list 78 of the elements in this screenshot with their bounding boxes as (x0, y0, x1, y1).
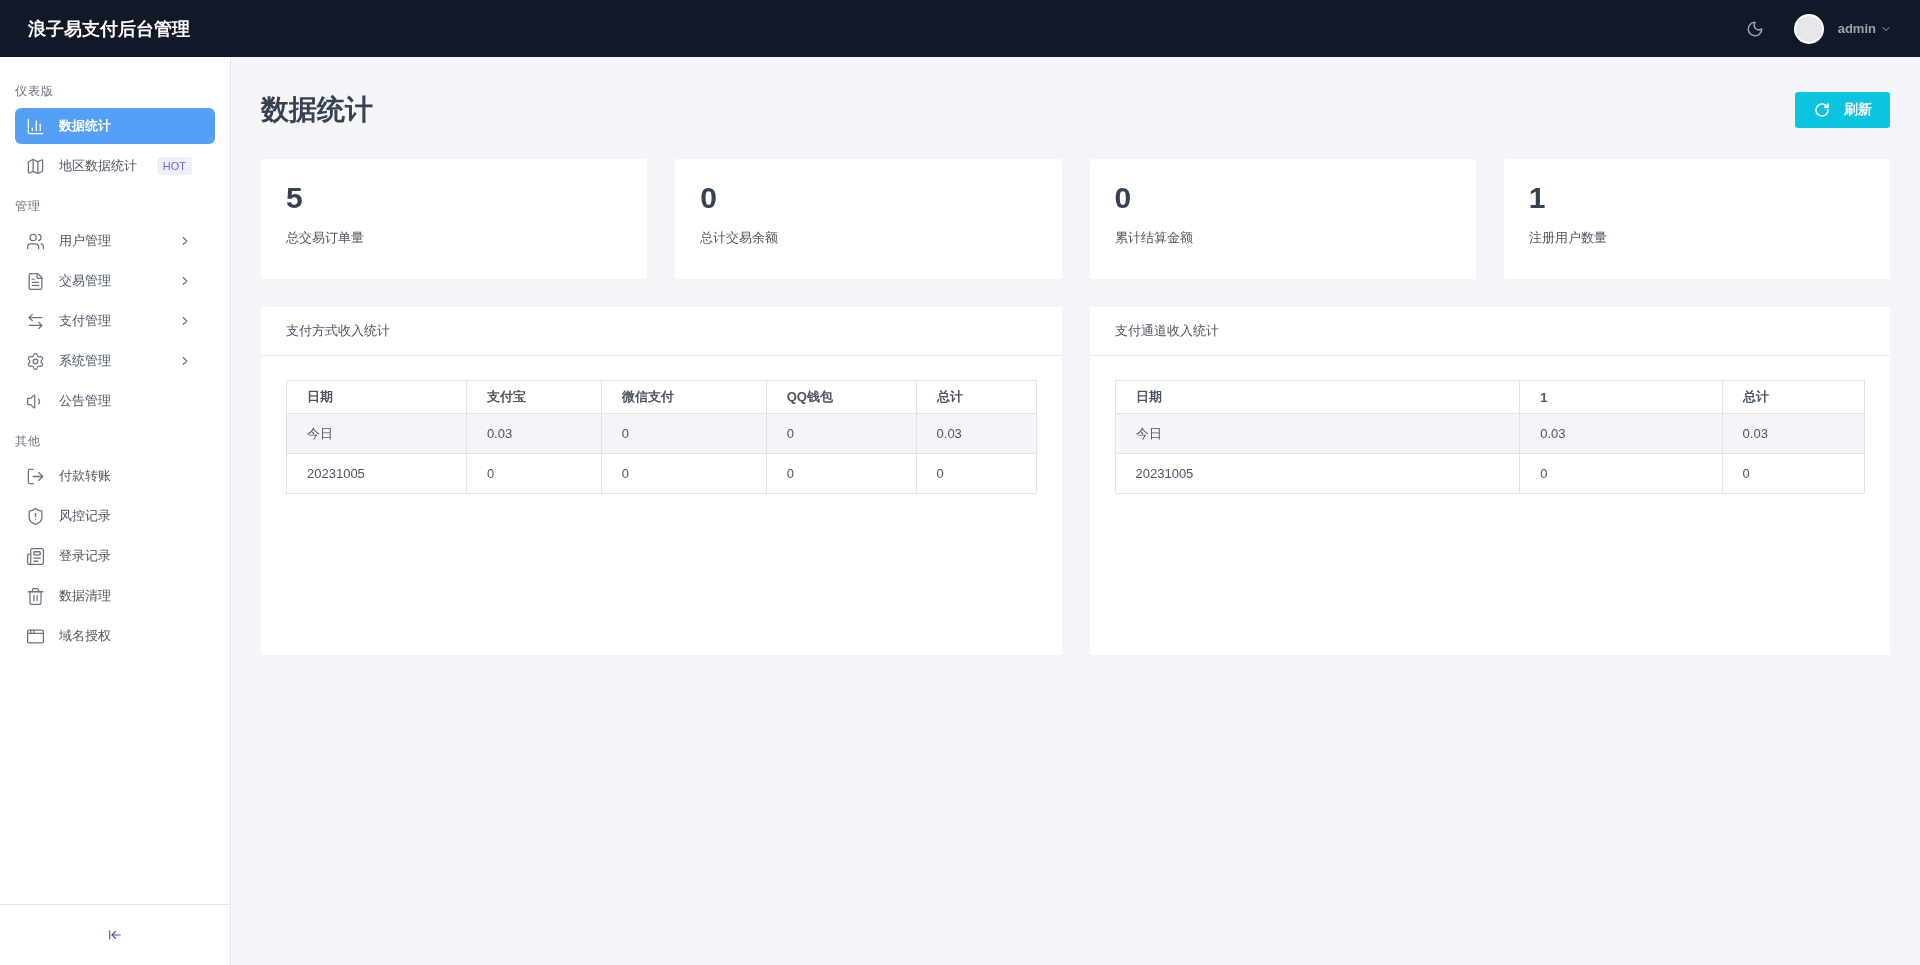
column-header: QQ钱包 (766, 380, 917, 414)
table-cell: 0 (601, 413, 767, 454)
collapse-icon[interactable] (108, 928, 122, 942)
sidebar-item[interactable]: 登录记录 (15, 538, 215, 574)
table-cell: 0 (1519, 453, 1723, 494)
exit-icon (26, 466, 45, 486)
trash-icon (26, 586, 45, 606)
table-cell: 0 (466, 453, 602, 494)
sidebar-section-label: 其他 (15, 433, 42, 450)
table-cell: 0 (766, 413, 917, 454)
stat-label: 总交易订单量 (286, 229, 365, 247)
table-cell: 20231005 (1115, 453, 1520, 494)
users-icon (26, 231, 45, 251)
stat-label: 注册用户数量 (1528, 229, 1608, 247)
sidebar-item-label: 地区数据统计 (59, 157, 138, 175)
sidebar-item-label: 支付管理 (59, 312, 112, 330)
sidebar-item-label: 数据清理 (59, 587, 112, 605)
table-cell: 0 (601, 453, 767, 494)
sidebar-item[interactable]: 系统管理 (15, 343, 215, 379)
panel-title: 支付通道收入统计 (1114, 322, 1219, 340)
user-menu[interactable]: admin (1837, 21, 1892, 36)
sidebar-item-label: 登录记录 (59, 547, 112, 565)
column-header: 日期 (1115, 380, 1520, 414)
sidebar-item[interactable]: 风控记录 (15, 498, 215, 534)
sidebar-item-label: 公告管理 (59, 392, 112, 410)
table-cell: 20231005 (286, 453, 467, 494)
app-title: 浪子易支付后台管理 (28, 17, 191, 41)
sidebar-item-label: 用户管理 (59, 232, 112, 250)
table-cell: 0.03 (916, 413, 1036, 454)
document-icon (26, 271, 45, 291)
stat-label: 总计交易余额 (700, 229, 780, 247)
column-header: 支付宝 (466, 380, 602, 414)
sidebar-item[interactable]: 交易管理 (15, 263, 215, 299)
table-cell: 今日 (1115, 413, 1520, 454)
sidebar-item[interactable]: 公告管理 (15, 383, 215, 419)
stat-value: 0 (1114, 181, 1133, 215)
table-cell: 0 (916, 453, 1036, 494)
map-icon (26, 156, 45, 176)
stat-value: 5 (286, 181, 304, 215)
sidebar-item[interactable]: 支付管理 (15, 303, 215, 339)
sidebar-item-label: 系统管理 (59, 352, 112, 370)
table-cell: 0 (1722, 453, 1865, 494)
sidebar-item-label: 数据统计 (59, 117, 112, 135)
column-header: 日期 (286, 380, 467, 414)
refresh-icon (1813, 102, 1830, 118)
stat-value: 0 (700, 181, 718, 215)
sidebar-item-label: 风控记录 (59, 507, 112, 525)
sidebar-item[interactable]: 域名授权 (15, 618, 215, 654)
stat-value: 1 (1528, 181, 1547, 215)
sidebar-item-label: 付款转账 (59, 467, 112, 485)
table-cell: 0 (766, 453, 917, 494)
sidebar-section-label: 仪表版 (15, 83, 55, 100)
column-header: 1 (1519, 380, 1723, 414)
sidebar-section-label: 管理 (15, 198, 42, 215)
page-title: 数据统计 (261, 93, 373, 127)
sidebar-item-label: 域名授权 (59, 627, 112, 645)
table-cell: 今日 (286, 413, 467, 454)
table-cell: 0.03 (1519, 413, 1723, 454)
table-cell: 0.03 (466, 413, 602, 454)
sidebar-item[interactable]: 用户管理 (15, 223, 215, 259)
sidebar-item-label: 交易管理 (59, 272, 112, 290)
table-cell: 0.03 (1722, 413, 1865, 454)
moon-icon[interactable] (1745, 19, 1764, 38)
sidebar-item[interactable]: 地区数据统计 HOT (15, 148, 215, 184)
settings-icon (26, 351, 45, 371)
hot-badge: HOT (156, 157, 192, 175)
stat-label: 累计结算金额 (1114, 229, 1194, 247)
column-header: 总计 (1722, 380, 1865, 414)
arrows-icon (26, 311, 45, 331)
column-header: 微信支付 (601, 380, 767, 414)
sidebar-item[interactable]: 数据清理 (15, 578, 215, 614)
panel-title: 支付方式收入统计 (286, 322, 390, 340)
column-header: 总计 (916, 380, 1036, 414)
list-icon (26, 546, 45, 566)
shield-icon (26, 506, 45, 526)
user-avatar[interactable] (1793, 13, 1824, 44)
bar-chart-icon (26, 116, 45, 136)
sidebar-item[interactable]: 付款转账 (15, 458, 215, 494)
